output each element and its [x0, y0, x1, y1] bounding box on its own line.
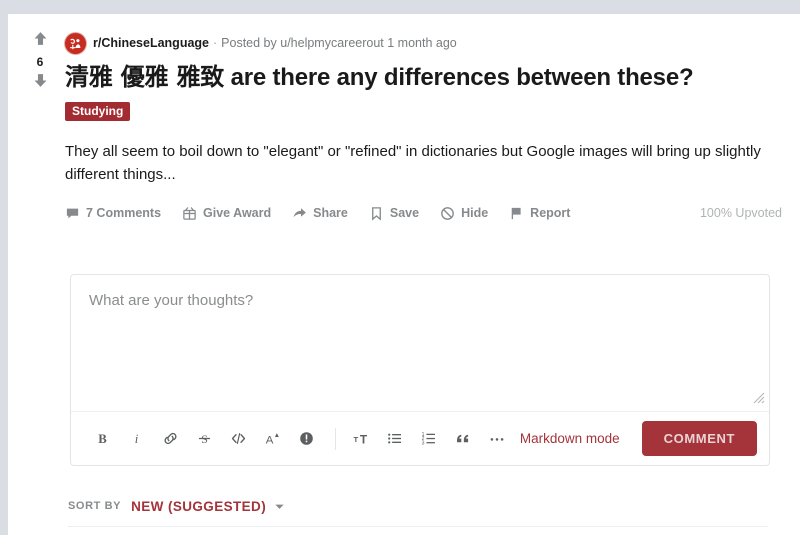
save-button[interactable]: Save: [369, 206, 419, 221]
post-title-latin: are there any differences between these?: [230, 64, 694, 91]
comments-divider: [68, 526, 768, 527]
comments-button[interactable]: 7 Comments: [65, 206, 161, 221]
vote-score: 6: [36, 55, 44, 69]
arrow-down-icon[interactable]: [32, 72, 49, 94]
post-card: 6 r/ChineseLanguage · Posted by u/helpmy…: [8, 14, 800, 535]
vote-column: 6: [22, 30, 58, 94]
comment-editor: B i S: [70, 274, 770, 466]
superscript-icon[interactable]: A ▲: [257, 424, 287, 454]
report-label: Report: [530, 206, 571, 220]
link-icon[interactable]: [155, 424, 185, 454]
upvoted-percentage: 100% Upvoted: [699, 206, 782, 220]
bulleted-list-icon[interactable]: [380, 424, 410, 454]
give-award-button[interactable]: Give Award: [182, 206, 271, 221]
sort-by-value[interactable]: NEW (SUGGESTED): [131, 499, 266, 514]
strikethrough-icon[interactable]: S: [189, 424, 219, 454]
post-meta-row: r/ChineseLanguage · Posted by u/helpmyca…: [65, 32, 782, 54]
more-options-icon[interactable]: [482, 424, 512, 454]
spoiler-icon[interactable]: [291, 424, 321, 454]
chevron-down-icon[interactable]: [274, 501, 285, 512]
inline-code-icon[interactable]: [223, 424, 253, 454]
markdown-mode-toggle[interactable]: Markdown mode: [520, 431, 620, 446]
hide-circle-slash-icon: [440, 206, 455, 221]
arrow-up-icon[interactable]: [32, 30, 49, 52]
svg-text:A: A: [266, 434, 274, 446]
report-flag-icon: [509, 206, 524, 221]
post-main: r/ChineseLanguage · Posted by u/helpmyca…: [65, 32, 782, 201]
post-action-bar: 7 Comments Give Award Share Save Hide Re…: [65, 200, 782, 226]
sort-by-label: SORT BY: [68, 500, 122, 512]
svg-text:3: 3: [422, 440, 425, 446]
subreddit-link[interactable]: r/ChineseLanguage: [93, 36, 209, 50]
toolbar-divider: [335, 427, 336, 450]
svg-text:T: T: [354, 435, 359, 444]
comments-label: 7 Comments: [86, 206, 162, 220]
share-label: Share: [313, 206, 348, 220]
hide-button[interactable]: Hide: [440, 206, 488, 221]
meta-separator: ·: [213, 36, 218, 50]
post-title-cjk: 清雅 優雅 雅致: [65, 63, 225, 91]
hide-label: Hide: [461, 206, 489, 220]
subreddit-avatar-icon[interactable]: [65, 32, 86, 54]
editor-toolbar: B i S: [71, 411, 769, 465]
italic-icon[interactable]: i: [121, 424, 151, 454]
submit-comment-button[interactable]: COMMENT: [641, 421, 757, 456]
svg-text:B: B: [98, 432, 107, 446]
share-button[interactable]: Share: [292, 206, 348, 221]
post-flair-badge[interactable]: Studying: [65, 102, 131, 121]
heading-icon[interactable]: T T: [346, 424, 376, 454]
page-title: 清雅 優雅 雅致 are there any differences betwe…: [65, 62, 782, 93]
comment-bubble-icon: [65, 206, 80, 221]
blockquote-icon[interactable]: [448, 424, 478, 454]
save-label: Save: [389, 206, 420, 220]
bookmark-icon: [369, 206, 384, 221]
sort-row: SORT BY NEW (SUGGESTED): [68, 495, 285, 517]
post-author-and-time[interactable]: Posted by u/helpmycareerout 1 month ago: [221, 36, 457, 50]
comment-input[interactable]: [71, 275, 769, 411]
post-body-text: They all seem to boil down to "elegant" …: [65, 143, 761, 183]
svg-text:T: T: [360, 433, 368, 447]
award-gift-icon: [182, 206, 197, 221]
report-button[interactable]: Report: [509, 206, 570, 221]
numbered-list-icon[interactable]: 1 2 3: [414, 424, 444, 454]
share-arrow-icon: [292, 206, 307, 221]
bold-icon[interactable]: B: [87, 424, 117, 454]
give-award-label: Give Award: [203, 206, 272, 220]
svg-text:i: i: [134, 432, 138, 446]
svg-text:▲: ▲: [274, 432, 280, 439]
